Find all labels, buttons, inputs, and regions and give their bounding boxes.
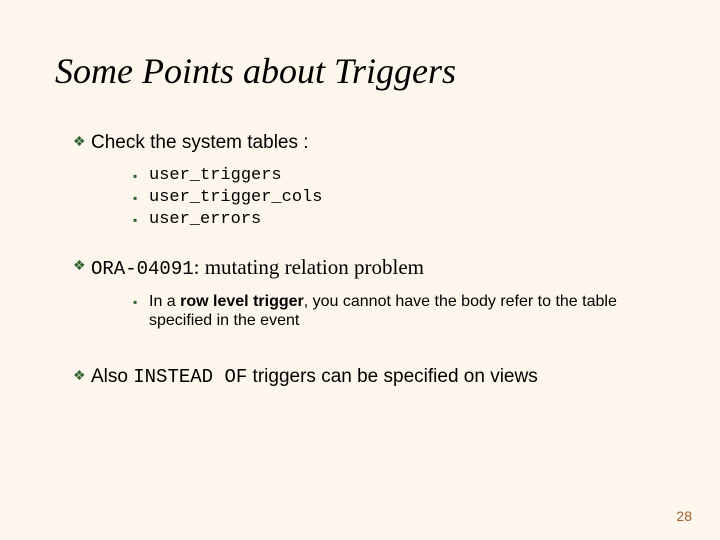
code-span: INSTEAD OF [133,366,247,388]
square-bullet-icon: ▪ [133,292,149,312]
diamond-bullet-icon: ❖ [73,366,91,388]
text-span: In a [149,293,180,310]
sub-item-text: user_triggers [149,166,282,186]
point-3: ❖ Also INSTEAD OF triggers can be specif… [73,366,665,388]
point-2: ❖ ORA-04091: mutating relation problem [73,256,665,280]
slide: Some Points about Triggers ❖ Check the s… [0,0,720,540]
square-bullet-icon: ▪ [133,166,149,186]
sub-item: ▪ user_trigger_cols [133,188,665,208]
page-number: 28 [676,508,692,524]
point-2-sublist: ▪ In a row level trigger, you cannot hav… [73,286,665,356]
sub-item-text: user_trigger_cols [149,188,322,208]
point-3-text: Also INSTEAD OF triggers can be specifie… [91,366,538,388]
point-1-sublist: ▪ user_triggers ▪ user_trigger_cols ▪ us… [73,160,665,256]
text-span: triggers can be specified on views [247,366,537,387]
text-span: : mutating relation problem [194,255,424,279]
code-span: ORA-04091 [91,258,194,280]
square-bullet-icon: ▪ [133,188,149,208]
point-1: ❖ Check the system tables : [73,132,665,154]
text-span: Also [91,366,133,387]
point-2-text: ORA-04091: mutating relation problem [91,256,424,280]
points-list: ❖ Check the system tables : ▪ user_trigg… [55,132,665,388]
sub-item-text: user_errors [149,210,261,230]
square-bullet-icon: ▪ [133,210,149,230]
sub-item: ▪ user_errors [133,210,665,230]
bold-span: row level trigger [180,293,304,310]
slide-title: Some Points about Triggers [55,50,665,92]
point-1-text: Check the system tables : [91,132,309,154]
diamond-bullet-icon: ❖ [73,132,91,154]
sub-item: ▪ user_triggers [133,166,665,186]
sub-item-text: In a row level trigger, you cannot have … [149,292,665,330]
sub-item: ▪ In a row level trigger, you cannot hav… [133,292,665,330]
diamond-bullet-icon: ❖ [73,256,91,278]
